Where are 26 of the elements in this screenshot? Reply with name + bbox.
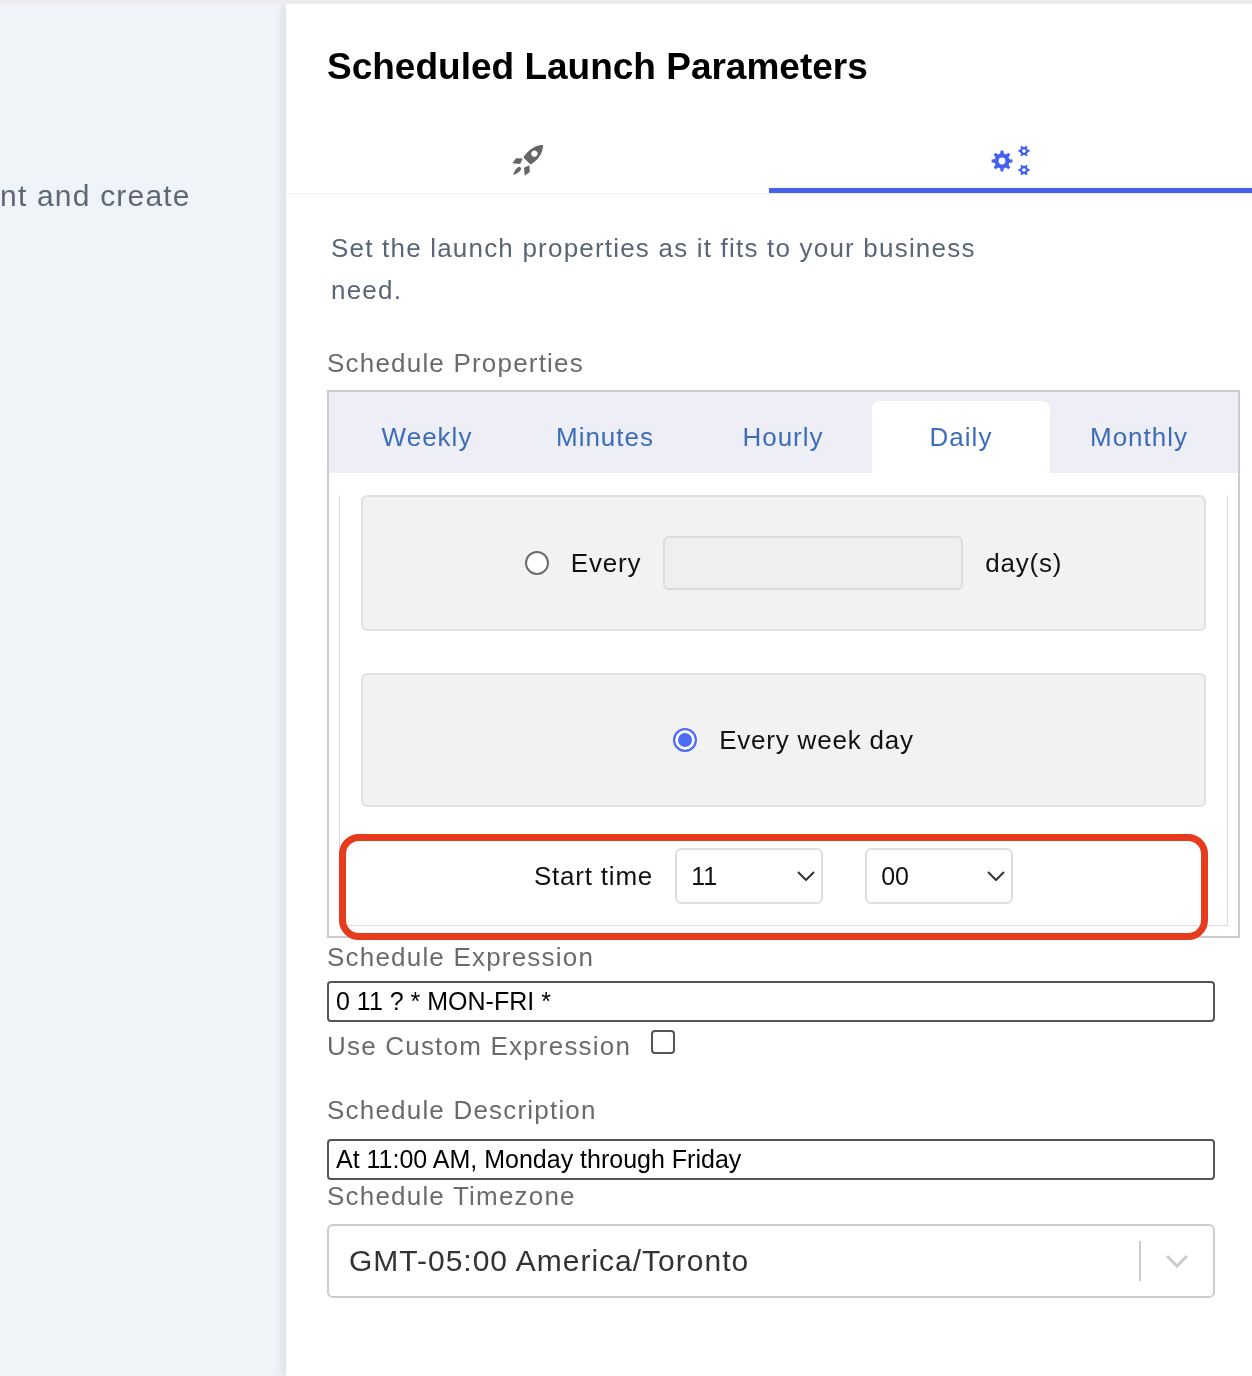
timezone-select[interactable]: GMT-05:00 America/Toronto	[327, 1224, 1215, 1298]
chevron-down-icon	[987, 871, 1006, 881]
minute-select[interactable]: 00	[865, 848, 1014, 904]
description-field[interactable]: At 11:00 AM, Monday through Friday	[327, 1139, 1215, 1180]
checkbox[interactable]	[651, 1030, 676, 1054]
unit-label: day(s)	[985, 547, 1063, 580]
description-text: Set the launch properties as it fits to your business need.	[330, 232, 977, 307]
radio-button[interactable]	[673, 728, 698, 752]
radio-button[interactable]	[524, 551, 549, 575]
section-label: Schedule Properties	[327, 347, 584, 380]
expression-field[interactable]: 0 11 ? * MON-FRI *	[327, 981, 1215, 1022]
gears-icon	[990, 144, 1031, 176]
start-time-label: Start time	[533, 860, 654, 893]
chevron-down-icon	[797, 871, 816, 881]
panel-title: Scheduled Launch Parameters	[326, 45, 869, 89]
option-label: Every	[570, 547, 642, 580]
checkbox-label: Use Custom Expression	[327, 1030, 632, 1063]
field-label: Schedule Description	[327, 1095, 597, 1125]
chevron-down-icon	[1165, 1254, 1189, 1268]
rocket-icon	[511, 144, 544, 176]
background-text: nt and create	[0, 178, 192, 214]
hour-select[interactable]: 11	[675, 848, 824, 904]
field-label: Schedule Expression	[327, 942, 595, 972]
option-label: Every week day	[719, 724, 914, 757]
field-label: Schedule Timezone	[327, 1181, 576, 1211]
tab[interactable]: Daily	[872, 401, 1050, 473]
